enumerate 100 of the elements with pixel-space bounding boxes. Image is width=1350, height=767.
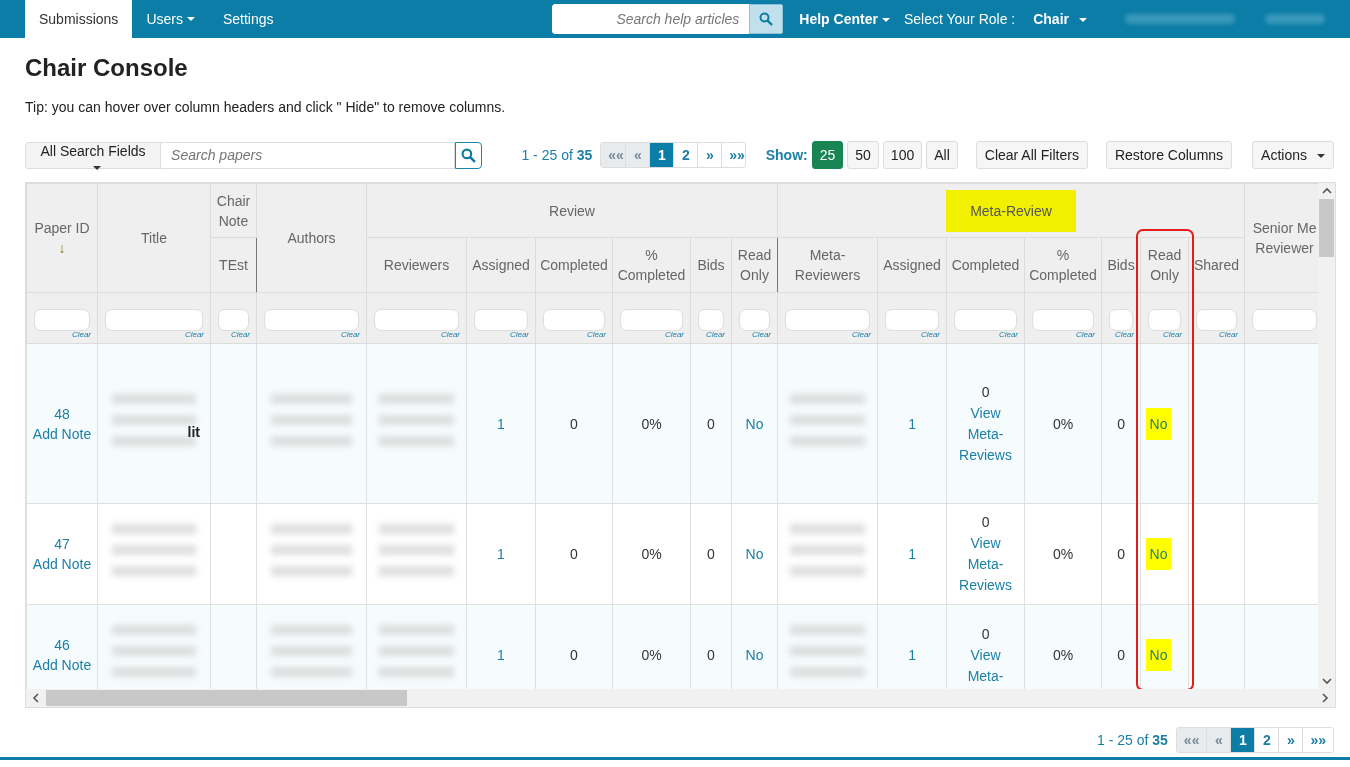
column-group-header: Review (366, 183, 778, 238)
toolbar-button[interactable]: Actions (1252, 141, 1334, 169)
add-note-link[interactable]: Add Note (27, 554, 97, 574)
filter-field[interactable] (698, 309, 724, 331)
column-header[interactable]: Paper ID ↓ (26, 183, 98, 293)
table-cell-link[interactable]: 1 (497, 647, 505, 663)
filter-field[interactable] (1032, 309, 1095, 331)
vertical-scrollbar[interactable] (1318, 183, 1335, 689)
scrollbar-thumb[interactable] (1319, 199, 1334, 257)
clear-filter-link[interactable]: Clear (509, 330, 529, 340)
filter-field[interactable] (374, 309, 459, 331)
table-cell-link[interactable]: 1 (908, 415, 916, 432)
column-header[interactable]: Reviewers (366, 237, 467, 293)
filter-field[interactable] (264, 309, 359, 331)
clear-filter-link[interactable]: Clear (440, 330, 460, 340)
paper-id-link[interactable]: 48 (27, 403, 97, 424)
clear-filter-link[interactable]: Clear (1075, 330, 1096, 340)
clear-filter-link[interactable]: Clear (184, 330, 204, 340)
search-button[interactable] (749, 4, 784, 34)
column-header[interactable]: Read Only (731, 237, 778, 293)
help-center-menu[interactable]: Help Center (793, 11, 898, 27)
clear-filter-link[interactable]: Clear (1114, 330, 1135, 340)
toolbar-button[interactable]: Clear All Filters (975, 141, 1088, 169)
table-cell-link[interactable]: 1 (908, 546, 916, 562)
scrollbar-thumb[interactable] (46, 690, 407, 706)
add-note-link[interactable]: Add Note (27, 423, 97, 444)
filter-field[interactable] (105, 309, 203, 331)
filter-field[interactable] (1148, 309, 1182, 331)
add-note-link[interactable]: Add Note (27, 655, 97, 675)
filter-field[interactable] (34, 309, 90, 331)
clear-filter-link[interactable]: Clear (998, 330, 1019, 340)
filter-field[interactable] (543, 309, 605, 331)
paper-id-link[interactable]: 46 (27, 635, 97, 655)
page-size-button[interactable]: 25 (811, 141, 844, 169)
filter-field[interactable] (620, 309, 683, 331)
column-header[interactable]: Completed (946, 237, 1025, 293)
column-header[interactable]: Title (97, 183, 211, 293)
pagination-button[interactable]: 1 (1230, 728, 1255, 752)
column-header[interactable]: % Completed (1024, 237, 1102, 293)
clear-filter-link[interactable]: Clear (851, 330, 872, 340)
clear-filter-link[interactable]: Clear (751, 330, 772, 340)
clear-filter-link[interactable]: Clear (705, 330, 725, 340)
pagination-button[interactable]: 1 (649, 143, 674, 167)
clear-filter-link[interactable]: Clear (1218, 330, 1239, 340)
column-header[interactable]: Meta-Reviewers (777, 237, 878, 293)
filter-field[interactable] (954, 309, 1018, 331)
filter-field[interactable] (739, 309, 771, 331)
filter-field[interactable] (1109, 309, 1134, 331)
pagination-button[interactable]: »» (721, 143, 745, 167)
filter-field[interactable] (1196, 309, 1238, 331)
toolbar-button[interactable]: Restore Columns (1105, 141, 1233, 169)
view-meta-reviews-link[interactable]: View Meta-Reviews (955, 402, 1016, 466)
table-cell-link[interactable]: No (745, 647, 764, 663)
page-size-button[interactable]: 50 (847, 141, 879, 169)
nav-tab[interactable]: Settings (208, 0, 288, 38)
pagination-button[interactable]: « (625, 143, 650, 167)
paper-id-link[interactable]: 47 (27, 534, 97, 554)
search-fields-dropdown[interactable]: All Search Fields (25, 141, 162, 169)
help-search-field[interactable]: Search help articles (552, 4, 784, 34)
view-meta-reviews-link[interactable]: View Meta- (955, 644, 1016, 687)
column-header[interactable]: Read Only (1140, 237, 1189, 293)
pagination-button[interactable]: «« (601, 143, 626, 167)
clear-filter-link[interactable]: Clear (586, 330, 606, 340)
clear-filter-link[interactable]: Clear (230, 330, 250, 340)
pagination-button[interactable]: « (1206, 728, 1231, 752)
filter-field[interactable] (218, 309, 249, 331)
clear-filter-link[interactable]: Clear (1162, 330, 1183, 340)
search-papers-field[interactable]: Search papers (161, 141, 455, 169)
column-header[interactable]: Assigned (877, 237, 947, 293)
page-size-button[interactable]: All (926, 141, 958, 169)
table-cell-link[interactable]: 1 (497, 546, 505, 562)
filter-field[interactable] (1252, 309, 1318, 331)
table-cell-link[interactable]: 1 (497, 415, 505, 432)
role-dropdown[interactable]: Chair (1027, 11, 1095, 27)
column-header[interactable]: Senior Me Reviewer (1244, 183, 1318, 293)
column-header[interactable]: Bids (690, 237, 732, 293)
column-header[interactable]: % Completed (612, 237, 691, 293)
nav-tab[interactable]: Submissions (25, 0, 133, 38)
column-header[interactable]: Assigned (466, 237, 536, 293)
table-cell-link[interactable]: No (745, 415, 764, 432)
horizontal-scrollbar[interactable] (26, 689, 1335, 707)
page-size-button[interactable]: 100 (882, 141, 923, 169)
results-range: 1 - 25 of 35 (1097, 732, 1168, 748)
clear-filter-link[interactable]: Clear (920, 330, 941, 340)
clear-filter-link[interactable]: Clear (664, 330, 684, 340)
search-button[interactable] (454, 141, 483, 169)
column-header[interactable]: Completed (535, 237, 613, 293)
column-header[interactable]: Authors (256, 183, 367, 293)
nav-tab[interactable]: Users (132, 0, 209, 38)
filter-field[interactable] (785, 309, 871, 331)
clear-filter-link[interactable]: Clear (71, 330, 91, 340)
column-header[interactable]: TEst (210, 237, 257, 293)
filter-field[interactable] (474, 309, 528, 331)
pagination-button[interactable]: »» (1302, 728, 1333, 752)
pagination-button[interactable]: «« (1176, 728, 1207, 752)
table-cell-link[interactable]: 1 (908, 647, 916, 663)
clear-filter-link[interactable]: Clear (340, 330, 360, 340)
view-meta-reviews-link[interactable]: View Meta-Reviews (955, 533, 1016, 596)
filter-field[interactable] (885, 309, 940, 331)
table-cell-link[interactable]: No (745, 546, 764, 562)
